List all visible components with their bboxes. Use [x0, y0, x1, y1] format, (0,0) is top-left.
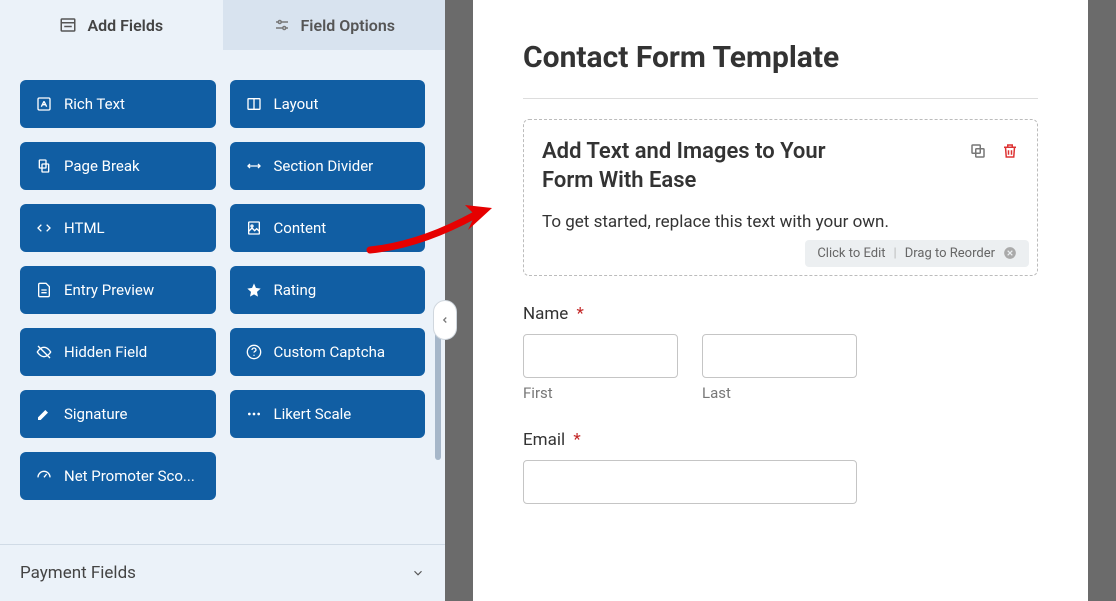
form-preview-area: Contact Form Template Add Text and Image… — [445, 0, 1116, 601]
first-sublabel: First — [523, 384, 678, 402]
field-label: Page Break — [64, 157, 140, 175]
chevron-left-icon — [440, 315, 450, 325]
field-hidden-field[interactable]: Hidden Field — [20, 328, 216, 376]
field-entry-preview[interactable]: Entry Preview — [20, 266, 216, 314]
field-layout[interactable]: Layout — [230, 80, 426, 128]
field-label: HTML — [64, 219, 105, 237]
form-icon — [59, 16, 77, 34]
form-title[interactable]: Contact Form Template — [523, 40, 1038, 76]
first-name-input[interactable] — [523, 334, 678, 378]
required-asterisk: * — [573, 430, 580, 450]
hint-divider: | — [894, 246, 897, 261]
field-label: Layout — [274, 95, 319, 113]
field-label: Section Divider — [274, 157, 374, 175]
email-label: Email * — [523, 430, 1038, 450]
content-heading: Add Text and Images to Your Form With Ea… — [542, 138, 882, 195]
payment-fields-label: Payment Fields — [20, 563, 136, 583]
dots-icon — [246, 406, 262, 422]
field-html[interactable]: HTML — [20, 204, 216, 252]
title-divider — [523, 98, 1038, 99]
email-field[interactable]: Email * — [523, 430, 1038, 504]
hint-click: Click to Edit — [817, 246, 885, 261]
form-canvas: Contact Form Template Add Text and Image… — [473, 0, 1088, 601]
file-image-icon — [246, 220, 262, 236]
field-section-divider[interactable]: Section Divider — [230, 142, 426, 190]
hint-drag: Drag to Reorder — [905, 246, 995, 261]
content-field-block[interactable]: Add Text and Images to Your Form With Ea… — [523, 119, 1038, 276]
tab-add-fields-label: Add Fields — [87, 16, 163, 35]
last-name-input[interactable] — [702, 334, 857, 378]
field-content[interactable]: Content — [230, 204, 426, 252]
field-custom-captcha[interactable]: Custom Captcha — [230, 328, 426, 376]
eye-off-icon — [36, 344, 52, 360]
code-icon — [36, 220, 52, 236]
tab-field-options-label: Field Options — [301, 16, 395, 35]
field-label: Likert Scale — [274, 405, 352, 423]
field-page-break[interactable]: Page Break — [20, 142, 216, 190]
field-rich-text[interactable]: Rich Text — [20, 80, 216, 128]
sidebar-tabs: Add Fields Field Options — [0, 0, 445, 50]
trash-icon[interactable] — [1001, 142, 1019, 160]
name-label: Name * — [523, 304, 1038, 324]
gauge-icon — [36, 468, 52, 484]
star-icon — [246, 282, 262, 298]
payment-fields-toggle[interactable]: Payment Fields — [0, 544, 445, 601]
name-field[interactable]: Name * First Last — [523, 304, 1038, 402]
copy-icon — [36, 158, 52, 174]
field-signature[interactable]: Signature — [20, 390, 216, 438]
last-sublabel: Last — [702, 384, 857, 402]
sliders-icon — [273, 16, 291, 34]
content-description: To get started, replace this text with y… — [542, 211, 902, 235]
sidebar: Add Fields Field Options Rich Text Layou… — [0, 0, 445, 601]
email-input[interactable] — [523, 460, 857, 504]
divider-icon — [246, 158, 262, 174]
required-asterisk: * — [577, 304, 584, 324]
field-likert-scale[interactable]: Likert Scale — [230, 390, 426, 438]
sidebar-collapse-handle[interactable] — [433, 300, 457, 340]
field-label: Entry Preview — [64, 281, 154, 299]
pencil-icon — [36, 406, 52, 422]
field-label: Rating — [274, 281, 317, 299]
edit-hint: Click to Edit | Drag to Reorder — [805, 240, 1029, 267]
field-label: Custom Captcha — [274, 343, 386, 361]
duplicate-icon[interactable] — [969, 142, 987, 160]
columns-icon — [246, 96, 262, 112]
field-label: Net Promoter Sco... — [64, 467, 195, 485]
field-label: Hidden Field — [64, 343, 147, 361]
tab-add-fields[interactable]: Add Fields — [0, 0, 223, 50]
field-label: Rich Text — [64, 95, 125, 113]
field-net-promoter[interactable]: Net Promoter Sco... — [20, 452, 216, 500]
field-label: Content — [274, 219, 327, 237]
field-label: Signature — [64, 405, 128, 423]
tab-field-options[interactable]: Field Options — [223, 0, 446, 50]
field-rating[interactable]: Rating — [230, 266, 426, 314]
question-icon — [246, 344, 262, 360]
close-hint-icon[interactable] — [1003, 246, 1017, 260]
field-grid: Rich Text Layout Page Break Section Divi… — [0, 50, 445, 520]
edit-icon — [36, 96, 52, 112]
file-icon — [36, 282, 52, 298]
chevron-down-icon — [411, 566, 425, 580]
